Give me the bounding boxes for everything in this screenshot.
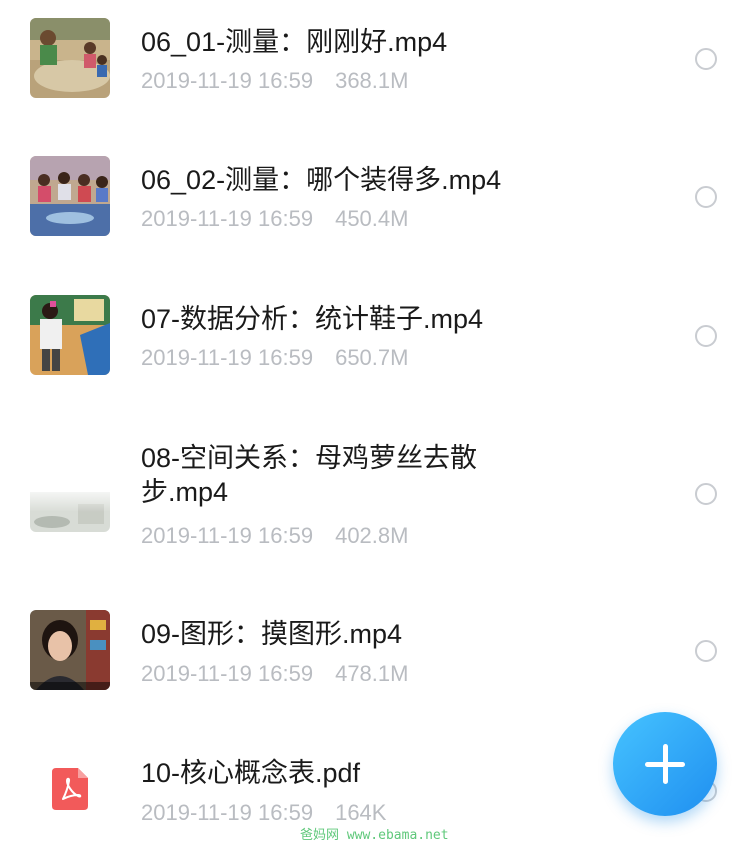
- file-name: 08-空间关系：母鸡萝丝去散步.mp4: [141, 443, 478, 507]
- file-row[interactable]: 06_02-测量：哪个装得多.mp4 2019-11-19 16:59 450.4…: [0, 138, 750, 276]
- video-thumbnail-icon: [30, 295, 110, 375]
- file-row[interactable]: 07-数据分析：统计鞋子.mp4 2019-11-19 16:59 650.7M: [0, 276, 750, 414]
- file-row[interactable]: 08-空间关系：母鸡萝丝去散步.mp4 2019-11-19 16:59 402.…: [0, 414, 750, 576]
- select-radio[interactable]: [695, 640, 717, 662]
- file-name: 09-图形：摸图形.mp4: [141, 619, 403, 649]
- file-size: 164K: [335, 800, 387, 825]
- select-radio[interactable]: [695, 483, 717, 505]
- video-thumbnail-icon: [30, 610, 110, 690]
- file-date: 2019-11-19 16:59: [141, 68, 314, 93]
- file-date: 2019-11-19 16:59: [141, 345, 314, 370]
- file-date: 2019-11-19 16:59: [141, 800, 314, 825]
- file-meta: 2019-11-19 16:59 450.4M: [141, 205, 408, 233]
- file-name: 07-数据分析：统计鞋子.mp4: [141, 304, 484, 334]
- file-size: 402.8M: [335, 523, 409, 548]
- plus-icon: [645, 744, 685, 784]
- video-thumbnail-icon: [30, 18, 110, 98]
- file-name: 06_01-测量：刚刚好.mp4: [141, 27, 448, 57]
- select-radio[interactable]: [695, 325, 717, 347]
- file-name: 06_02-测量：哪个装得多.mp4: [141, 165, 502, 195]
- file-date: 2019-11-19 16:59: [141, 206, 314, 231]
- file-meta: 2019-11-19 16:59 402.8M: [141, 522, 408, 550]
- pdf-file-icon: [52, 768, 88, 810]
- file-meta: 2019-11-19 16:59 650.7M: [141, 344, 408, 372]
- file-meta: 2019-11-19 16:59 478.1M: [141, 660, 408, 688]
- file-size: 650.7M: [335, 345, 409, 370]
- file-date: 2019-11-19 16:59: [141, 661, 314, 686]
- watermark: 爸妈网 www.ebama.net: [300, 828, 449, 843]
- file-name: 10-核心概念表.pdf: [141, 758, 361, 788]
- select-radio[interactable]: [695, 48, 717, 70]
- file-date: 2019-11-19 16:59: [141, 523, 314, 548]
- file-size: 450.4M: [335, 206, 409, 231]
- file-size: 478.1M: [335, 661, 409, 686]
- file-meta: 2019-11-19 16:59 164K: [141, 799, 386, 827]
- video-thumbnail-icon: [30, 156, 110, 236]
- video-thumbnail-icon: [30, 452, 110, 532]
- file-size: 368.1M: [335, 68, 409, 93]
- file-meta: 2019-11-19 16:59 368.1M: [141, 67, 408, 95]
- file-row[interactable]: 09-图形：摸图形.mp4 2019-11-19 16:59 478.1M: [0, 576, 750, 724]
- select-radio[interactable]: [695, 186, 717, 208]
- add-button[interactable]: [613, 712, 717, 816]
- file-row[interactable]: 06_01-测量：刚刚好.mp4 2019-11-19 16:59 368.1M: [0, 0, 750, 138]
